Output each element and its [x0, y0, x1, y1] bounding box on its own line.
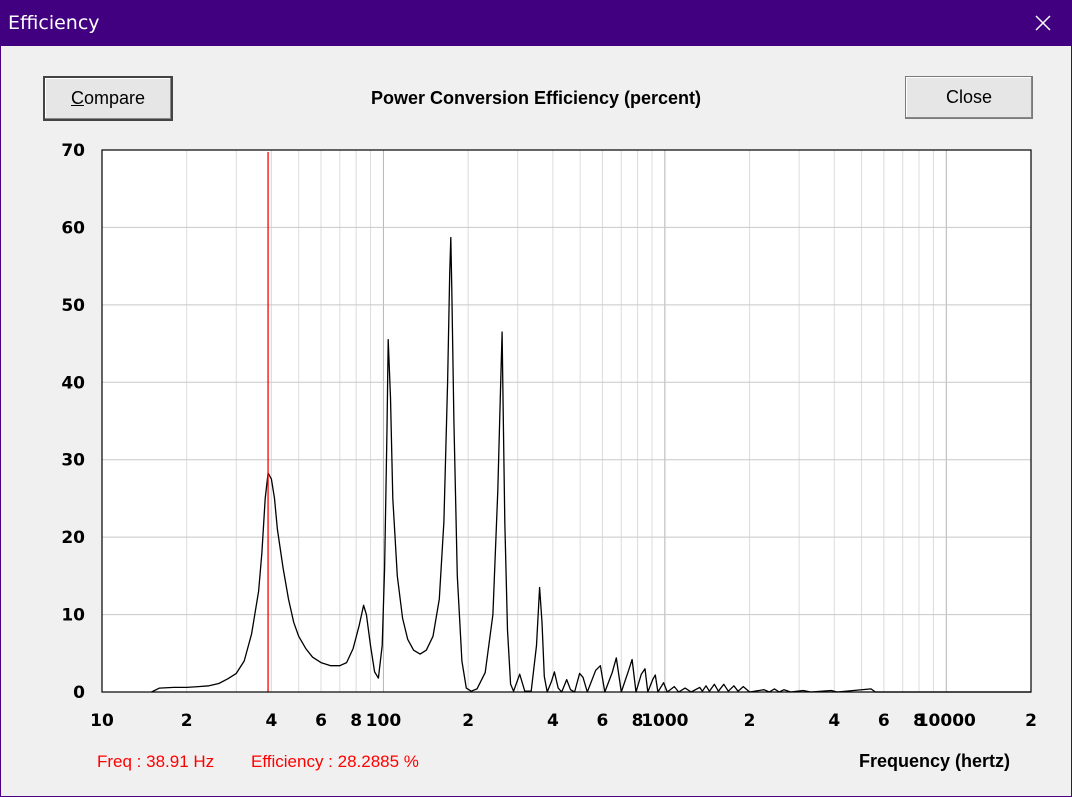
y-tick-label: 60	[61, 218, 85, 238]
window-title: Efficiency	[8, 12, 100, 34]
y-tick-label: 40	[61, 373, 85, 393]
y-tick-label: 0	[73, 683, 85, 703]
x-tick-label: 6	[315, 711, 327, 731]
efficiency-chart: 01020304050607010 2 4 6 8 100 2 4 6 81000 2 4 6 81000…	[61, 141, 1037, 731]
x-tick-label: 6	[878, 711, 890, 731]
x-tick-label: 1000	[641, 711, 688, 731]
x-axis-label: Frequency (hertz)	[859, 751, 1011, 771]
y-tick-label: 20	[61, 528, 85, 548]
x-tick-label: 4	[266, 711, 278, 731]
x-tick-label: 6	[596, 711, 608, 731]
close-icon[interactable]	[1028, 8, 1058, 38]
freq-readout: Freq : 38.91 Hz	[97, 752, 215, 771]
plot-area	[102, 150, 1031, 692]
client-area: Compare Power Conversion Efficiency (per…	[1, 46, 1071, 796]
x-tick-label: 4	[828, 711, 840, 731]
efficiency-window: Efficiency Compare Power Conversion Effi…	[0, 0, 1072, 797]
y-tick-label: 50	[61, 296, 85, 316]
x-tick-label: 4	[547, 711, 559, 731]
y-tick-label: 10	[61, 606, 85, 626]
x-tick-label: 2	[181, 711, 193, 731]
x-tick-label: 2	[1025, 711, 1037, 731]
x-tick-label: 2	[744, 711, 756, 731]
y-tick-label: 30	[61, 451, 85, 471]
x-tick-label: 10000	[917, 711, 976, 731]
efficiency-readout: Efficiency : 28.2885 %	[251, 752, 419, 771]
title-bar[interactable]: Efficiency	[0, 0, 1072, 46]
x-tick-label: 8	[350, 711, 362, 731]
x-tick-label: 2	[462, 711, 474, 731]
x-tick-label: 100	[366, 711, 402, 731]
y-tick-label: 70	[61, 141, 85, 161]
x-tick-label: 10	[90, 711, 114, 731]
